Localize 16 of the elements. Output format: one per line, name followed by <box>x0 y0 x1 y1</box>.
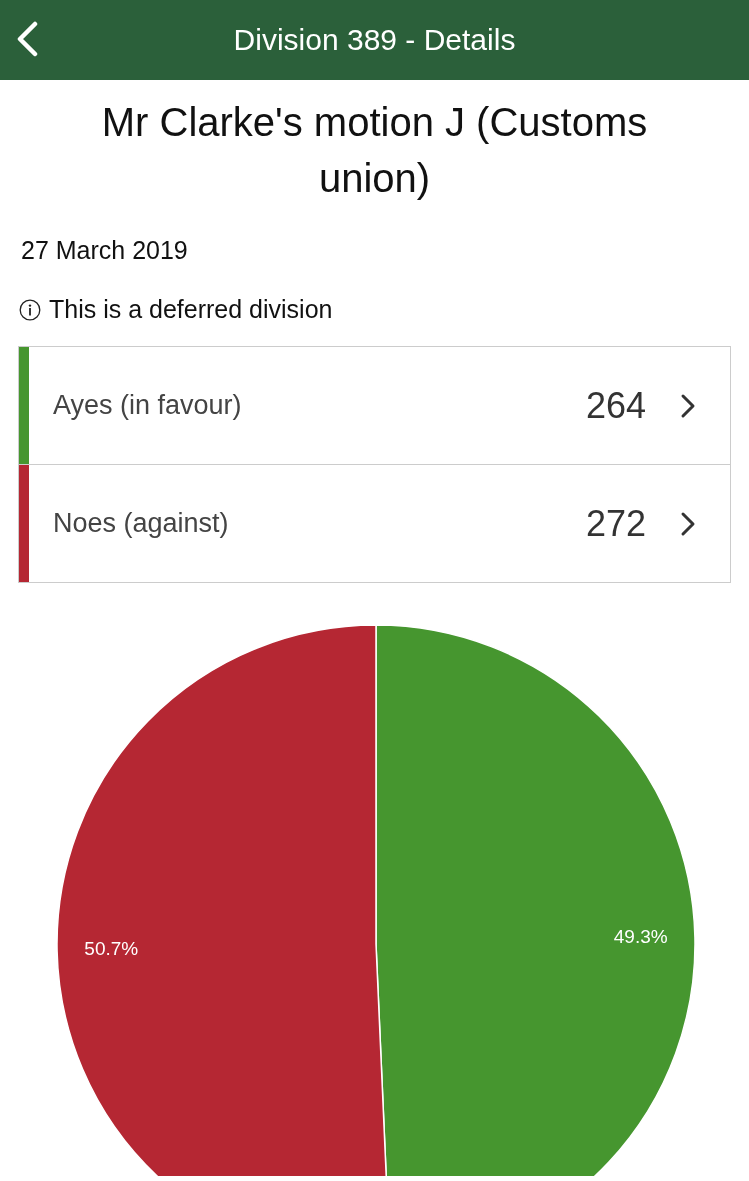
vote-row[interactable]: Noes (against) 272 <box>19 465 730 582</box>
chevron-icon <box>680 510 696 537</box>
division-title: Mr Clarke's motion J (Customs union) <box>100 99 649 202</box>
vote-label: Ayes (in favour) <box>53 390 243 421</box>
header-title: Division 389 - Details <box>233 23 516 57</box>
percent-label: 50.7% <box>84 937 139 959</box>
vote-count: 272 <box>585 502 646 545</box>
back-icon[interactable] <box>15 21 39 57</box>
vote-count: 264 <box>585 384 646 427</box>
notice-text: This is a deferred division <box>49 295 333 324</box>
vote-row[interactable]: Ayes (in favour) 264 <box>19 347 730 465</box>
percent-label: 49.3% <box>613 926 668 948</box>
info-icon <box>19 298 41 321</box>
vote-label: Noes (against) <box>53 508 230 539</box>
division-date: 27 March 2019 <box>21 236 189 265</box>
chevron-icon <box>680 392 696 419</box>
